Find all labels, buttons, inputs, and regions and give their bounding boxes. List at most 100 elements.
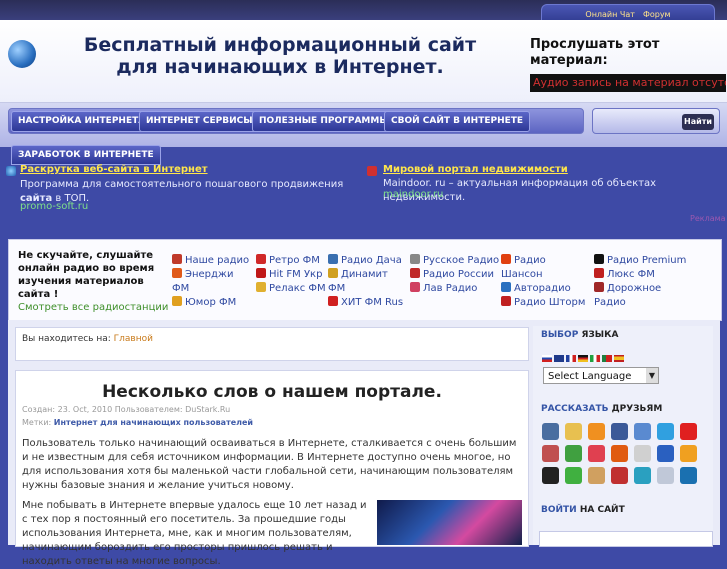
radio-station[interactable]: Люкс ФМ: [594, 268, 690, 282]
audio-player: Аудио запись на материал отсутствует.: [530, 74, 726, 92]
vk-icon[interactable]: [542, 423, 559, 440]
radio-station[interactable]: Динамит ФМ: [328, 268, 408, 296]
radio-logo-icon: [328, 268, 338, 278]
radio-logo-icon: [172, 268, 182, 278]
radio-logo-icon: [501, 296, 511, 306]
nav-earn-online[interactable]: ЗАРАБОТОК В ИНТЕРНЕТЕ: [11, 145, 161, 165]
chevron-down-icon[interactable]: ▼: [646, 368, 658, 383]
nav-internet-setup[interactable]: НАСТРОЙКА ИНТЕРНЕТА: [11, 111, 153, 132]
ad-title-1[interactable]: Раскрутка веб-сайта в Интернет: [20, 164, 208, 175]
radio-station[interactable]: ХИТ ФМ Rus: [328, 296, 408, 310]
bobrdobr-icon[interactable]: [542, 445, 559, 462]
radio-station[interactable]: Энерджи ФМ: [172, 268, 252, 296]
ad-more-link[interactable]: Реклама: [690, 214, 726, 223]
radio-logo-icon: [172, 296, 182, 306]
flag-pt-icon[interactable]: [602, 355, 612, 362]
facebook-icon[interactable]: [611, 423, 628, 440]
stumbleupon-icon[interactable]: [634, 467, 651, 484]
article-title: Несколько слов о нашем портале.: [102, 382, 442, 402]
google-icon[interactable]: [565, 445, 582, 462]
radio-logo-icon: [594, 254, 604, 264]
radio-column: Радио Дача Динамит ФМ ХИТ ФМ Rus: [328, 254, 408, 310]
myspace-icon[interactable]: [657, 445, 674, 462]
radio-see-all-link[interactable]: Смотреть все радиостанции: [18, 302, 168, 313]
radio-station[interactable]: Радио Шансон: [501, 254, 587, 282]
ad-url-2[interactable]: maindoor.ru: [383, 189, 443, 200]
article-tags: Метки: Интернет для начинающих пользоват…: [22, 418, 254, 427]
search-button[interactable]: Найти: [682, 114, 714, 130]
listen-title: Прослушать этот материал:: [530, 37, 660, 68]
delicious-icon[interactable]: [634, 445, 651, 462]
radio-logo-icon: [256, 282, 266, 292]
linkedin-icon[interactable]: [680, 467, 697, 484]
nav-own-site[interactable]: СВОЙ САЙТ В ИНТЕРНЕТЕ: [384, 111, 531, 132]
radio-station[interactable]: Релакс ФМ: [256, 282, 326, 296]
flag-en-icon[interactable]: [554, 355, 564, 362]
ad-url-1[interactable]: promo-soft.ru: [20, 201, 88, 212]
radio-station[interactable]: Наше радио: [172, 254, 252, 268]
flag-it-icon[interactable]: [590, 355, 600, 362]
livejournal-icon[interactable]: [634, 423, 651, 440]
login-heading: ВОЙТИ НА САЙТ: [541, 505, 625, 515]
radio-station[interactable]: Hit FM Укр: [256, 268, 326, 282]
share-buttons: [542, 423, 702, 484]
article-tag-link[interactable]: Интернет для начинающих пользователей: [54, 418, 253, 427]
delicious-icon[interactable]: [542, 467, 559, 484]
mail-icon[interactable]: [611, 445, 628, 462]
radio-logo-icon: [410, 268, 420, 278]
radio-logo-icon: [410, 282, 420, 292]
nav-internet-services[interactable]: ИНТЕРНЕТ СЕРВИСЫ: [139, 111, 260, 132]
share-icon[interactable]: [565, 423, 582, 440]
radio-intro: Не скучайте, слушайте онлайн радио во вр…: [18, 250, 155, 300]
globe-logo-icon[interactable]: [8, 40, 36, 68]
radio-logo-icon: [501, 282, 511, 292]
yandex-icon[interactable]: [680, 423, 697, 440]
site-title: Бесплатный информационный сайт для начин…: [83, 34, 477, 78]
chat-link[interactable]: Онлайн Чат: [585, 10, 635, 19]
radio-station[interactable]: Авторадио: [501, 282, 587, 296]
flag-es-icon[interactable]: [614, 355, 624, 362]
breadcrumb: [15, 327, 529, 361]
moemesto-icon[interactable]: [565, 467, 582, 484]
radio-logo-icon: [256, 268, 266, 278]
home-icon[interactable]: [588, 467, 605, 484]
nav-useful-programs[interactable]: ПОЛЕЗНЫЕ ПРОГРАММЫ: [252, 111, 396, 132]
article-paragraph: Пользователь только начинающий осваивать…: [22, 438, 517, 491]
flag-fr-icon[interactable]: [566, 355, 576, 362]
odnoklassniki-icon[interactable]: [588, 423, 605, 440]
radio-station[interactable]: Ретро ФМ: [256, 254, 326, 268]
radio-column: Наше радио Энерджи ФМ Юмор ФМ: [172, 254, 252, 310]
radio-station[interactable]: Дорожное Радио: [594, 282, 690, 310]
breadcrumb-home-link[interactable]: Главной: [114, 334, 153, 344]
house-ad-icon: [367, 166, 377, 176]
globe-ad-icon: [6, 166, 16, 176]
rss-icon[interactable]: [680, 445, 697, 462]
ad-title-2[interactable]: Мировой портал недвижимости: [383, 164, 568, 175]
twitter-icon[interactable]: [657, 423, 674, 440]
article-meta: Создан: 23. Oct, 2010 Пользователем: DuS…: [22, 405, 231, 414]
radio-station[interactable]: Радио Шторм: [501, 296, 587, 310]
radio-column: Ретро ФМ Hit FM Укр Релакс ФМ: [256, 254, 326, 296]
radio-logo-icon: [172, 254, 182, 264]
technorati-icon[interactable]: [657, 467, 674, 484]
radio-station[interactable]: Радио Дача: [328, 254, 408, 268]
memori-icon[interactable]: [588, 445, 605, 462]
radio-logo-icon: [328, 254, 338, 264]
language-select[interactable]: Select Language: [543, 367, 659, 384]
language-heading: ВЫБОР ЯЗЫКА: [541, 330, 619, 340]
radio-column: Русское Радио Радио России Лав Радио: [410, 254, 500, 296]
radio-station[interactable]: Радио России: [410, 268, 500, 282]
radio-logo-icon: [410, 254, 420, 264]
flag-de-icon[interactable]: [578, 355, 588, 362]
radio-logo-icon: [501, 254, 511, 264]
radio-column: Радио Premium Люкс ФМ Дорожное Радио: [594, 254, 690, 310]
radio-station[interactable]: Радио Premium: [594, 254, 690, 268]
article-image: [377, 500, 522, 545]
radio-station[interactable]: Лав Радио: [410, 282, 500, 296]
radio-station[interactable]: Русское Радио: [410, 254, 500, 268]
stumbleupon-icon[interactable]: [611, 467, 628, 484]
radio-column: Радио Шансон Авторадио Радио Шторм: [501, 254, 587, 310]
forum-link[interactable]: Форум: [643, 10, 671, 19]
flag-ru-icon[interactable]: [542, 355, 552, 362]
radio-station[interactable]: Юмор ФМ: [172, 296, 252, 310]
